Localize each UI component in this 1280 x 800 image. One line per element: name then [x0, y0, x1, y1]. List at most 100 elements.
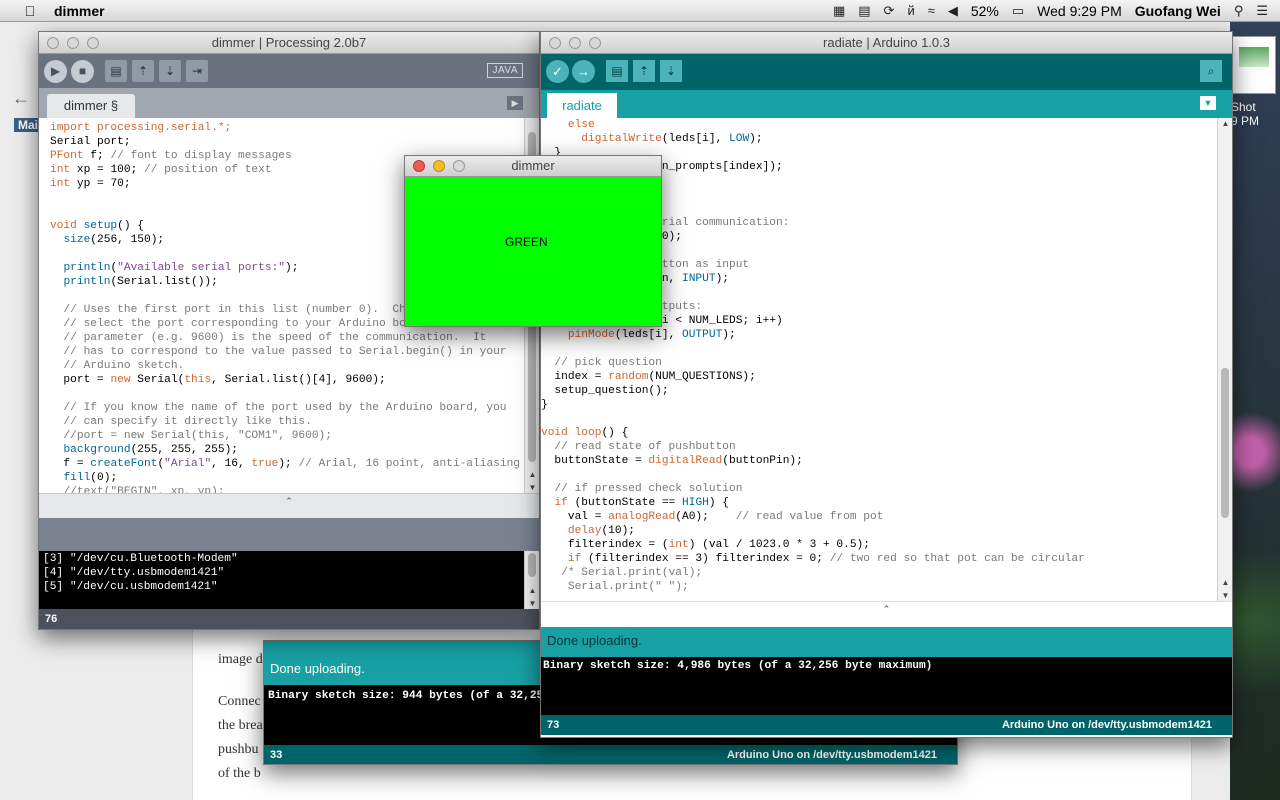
processing-code-line	[50, 387, 539, 401]
bluetooth-icon[interactable]: й	[907, 3, 914, 18]
serial-monitor-icon[interactable]: ⌕	[1200, 60, 1222, 82]
open-icon[interactable]: ⇡	[132, 60, 154, 82]
tab-radiate[interactable]: radiate	[547, 93, 617, 118]
dimmer-titlebar[interactable]: dimmer	[405, 156, 661, 177]
processing-console-text: [3] "/dev/cu.Bluetooth-Modem" [4] "/dev/t…	[43, 552, 238, 594]
arduino-editor-scrollbar[interactable]: ▲ ▲ ▼	[1217, 118, 1232, 601]
console-scrollbar-thumb[interactable]	[528, 553, 536, 577]
arduino-console: Binary sketch size: 4,986 bytes (of a 32…	[541, 657, 1232, 715]
processing-window-title: dimmer | Processing 2.0b7	[211, 35, 367, 50]
arduino-code-line: index = random(NUM_QUESTIONS);	[541, 371, 756, 383]
dimmer-sketch-window[interactable]: dimmer GREEN	[404, 155, 662, 327]
tab-dimmer[interactable]: dimmer §	[47, 94, 135, 118]
processing-code-line: //port = new Serial(this, "COM1", 9600);	[50, 430, 332, 442]
processing-code-line: // Arduino sketch.	[50, 360, 185, 372]
arduino-code-line: delay(10);	[567, 525, 636, 537]
sketch-message: GREEN	[505, 235, 548, 249]
arduino-code-line: pinMode(leds[i], OUTPUT);	[567, 329, 736, 341]
volume-icon[interactable]: ◀	[948, 3, 958, 19]
processing-code-line: f = createFont("Arial", 16, true); // Ar…	[50, 458, 539, 470]
processing-line-number: 76	[39, 609, 539, 629]
processing-toolbar: ▶ ■ ▤ ⇡ ⇣ ⇥ JAVA	[39, 54, 539, 88]
processing-code-line: //text("BEGIN", xp, yp);	[50, 486, 225, 493]
clock[interactable]: Wed 9:29 PM	[1037, 3, 1122, 19]
processing-tab-bar: dimmer § ▶	[39, 88, 539, 118]
processing-code-line: fill(0);	[63, 472, 118, 484]
processing-code-line: Serial port;	[50, 136, 131, 148]
arduino-splitter[interactable]: ⌃	[541, 601, 1232, 627]
processing-code-line: import processing.serial.*;	[50, 122, 232, 134]
arduino-code-line: val = analogRead(A0); // read value from…	[541, 511, 884, 523]
processing-code-line: // has to correspond to the value passed…	[50, 346, 507, 358]
battery-drive-icon[interactable]: ▤	[858, 3, 870, 19]
dimmer-window-title: dimmer	[511, 158, 555, 173]
arduino-tab-bar: radiate ▼	[541, 90, 1232, 118]
stop-icon[interactable]: ■	[71, 60, 94, 83]
page-text-line: Connec	[218, 694, 261, 709]
verify-icon[interactable]: ✓	[546, 60, 569, 83]
scroll-up-arrow-icon[interactable]: ▲	[1218, 578, 1232, 587]
list-icon[interactable]: ☰	[1256, 3, 1268, 19]
wifi-icon[interactable]: ≈	[928, 3, 935, 18]
processing-code-line: // parameter (e.g. 9600) is the speed of…	[50, 332, 487, 344]
processing-window[interactable]: dimmer | Processing 2.0b7 ▶ ■ ▤ ⇡ ⇣ ⇥ JA…	[38, 31, 540, 630]
arduino-back-console-text: Binary sketch size: 944 bytes (of a 32,2…	[268, 690, 577, 702]
processing-code-line: // can specify it directly like this.	[50, 416, 312, 428]
run-icon[interactable]: ▶	[44, 60, 67, 83]
processing-code-line: // If you know the name of the port used…	[50, 402, 507, 414]
arduino-console-text: Binary sketch size: 4,986 bytes (of a 32…	[543, 660, 933, 672]
battery-percent[interactable]: 52%	[971, 3, 999, 19]
arduino-code-line: // if pressed check solution	[541, 483, 743, 495]
scroll-top-icon[interactable]: ▲	[1218, 119, 1232, 128]
apple-icon[interactable]: 	[20, 3, 40, 19]
processing-titlebar[interactable]: dimmer | Processing 2.0b7	[39, 32, 539, 54]
processing-console-scrollbar[interactable]: ▲ ▼	[524, 551, 539, 609]
tab-menu-arrow-icon[interactable]: ▶	[507, 96, 523, 110]
arduino-code-line	[541, 412, 1085, 426]
page-text-line: pushbu	[218, 742, 259, 757]
back-arrow-icon[interactable]: ←	[12, 88, 30, 109]
arduino-code-line: else	[567, 119, 595, 131]
scroll-down-arrow-icon[interactable]: ▼	[1218, 591, 1232, 600]
arduino-footer: 73 Arduino Uno on /dev/tty.usbmodem1421	[541, 715, 1232, 735]
scrollbar-thumb[interactable]	[1221, 368, 1229, 518]
new-sketch-icon[interactable]: ▤	[606, 60, 628, 82]
arduino-code-line: // pick question	[541, 357, 662, 369]
adobe-icon[interactable]: ▦	[833, 3, 845, 19]
battery-icon[interactable]: ▭	[1012, 3, 1024, 19]
open-icon[interactable]: ⇡	[633, 60, 655, 82]
processing-splitter[interactable]: ⌃	[39, 493, 539, 518]
arduino-toolbar: ✓ → ▤ ⇡ ⇣ ⌕	[541, 54, 1232, 90]
console-line: [4] "/dev/tty.usbmodem1421"	[43, 567, 225, 579]
arduino-window[interactable]: radiate | Arduino 1.0.3 ✓ → ▤ ⇡ ⇣ ⌕ radi…	[540, 31, 1233, 738]
arduino-code-line: digitalWrite(leds[i], LOW);	[581, 133, 763, 145]
export-icon[interactable]: ⇥	[186, 60, 208, 82]
menu-bar:  dimmer ▦ ▤ ⟳ й ≈ ◀ 52% ▭ Wed 9:29 PM G…	[0, 0, 1280, 22]
arduino-titlebar[interactable]: radiate | Arduino 1.0.3	[541, 32, 1232, 54]
sketch-canvas[interactable]: GREEN	[405, 177, 661, 326]
user-name[interactable]: Guofang Wei	[1135, 3, 1221, 19]
console-scroll-down-icon[interactable]: ▼	[525, 599, 539, 608]
arduino-code-line: Serial.print(" ");	[541, 581, 689, 593]
page-text-line: of the b	[218, 766, 261, 781]
upload-icon[interactable]: →	[572, 60, 595, 83]
tab-menu-arrow-icon[interactable]: ▼	[1200, 96, 1216, 110]
screenshot-file-icon[interactable]	[1232, 36, 1276, 94]
arduino-line-number: 73	[547, 719, 560, 731]
scroll-up-arrow-icon[interactable]: ▲	[525, 470, 539, 479]
save-icon[interactable]: ⇣	[159, 60, 181, 82]
scroll-down-arrow-icon[interactable]: ▼	[525, 483, 539, 492]
new-sketch-icon[interactable]: ▤	[105, 60, 127, 82]
console-scroll-up-icon[interactable]: ▲	[525, 586, 539, 595]
arduino-code-line: // read state of pushbutton	[541, 441, 736, 453]
active-app-name[interactable]: dimmer	[54, 3, 105, 19]
processing-status-bar	[39, 518, 539, 551]
time-machine-icon[interactable]: ⟳	[884, 3, 895, 19]
arduino-code-line	[541, 342, 1085, 356]
arduino-board: Arduino Uno on /dev/tty.usbmodem1421	[1001, 719, 1212, 731]
arduino-back-board: Arduino Uno on /dev/tty.usbmodem1421	[726, 749, 937, 761]
arduino-back-footer: 33 Arduino Uno on /dev/tty.usbmodem1421	[264, 745, 957, 764]
mode-selector[interactable]: JAVA	[487, 63, 523, 78]
search-icon[interactable]: ⚲	[1234, 3, 1244, 19]
save-icon[interactable]: ⇣	[660, 60, 682, 82]
